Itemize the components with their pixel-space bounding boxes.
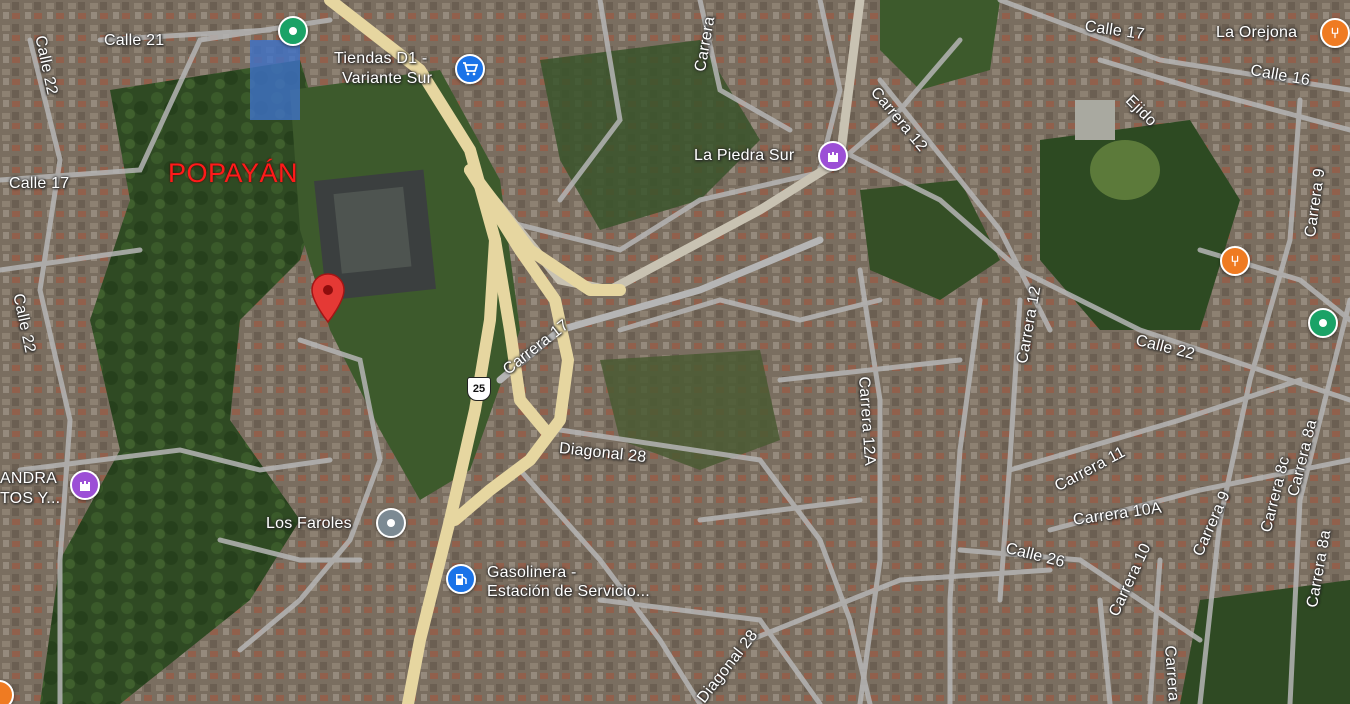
shopping-cart-icon[interactable] [455, 54, 485, 84]
fuel-pump-icon[interactable] [446, 564, 476, 594]
poi-tiendas-d1-label-line1[interactable]: Tiendas D1 - [334, 50, 427, 68]
poi-los-faroles-label[interactable]: Los Faroles [266, 515, 352, 533]
street-label-calle-17-left: Calle 17 [9, 175, 70, 192]
street-label-calle-21: Calle 21 [104, 32, 165, 49]
castle-icon[interactable] [818, 141, 848, 171]
castle-icon[interactable] [70, 470, 100, 500]
fork-knife-icon[interactable]: ⑂ [1320, 18, 1350, 48]
fork-knife-icon[interactable]: ⑂ [1220, 246, 1250, 276]
route-25-shield: 25 [467, 377, 491, 401]
poi-left-edge-label-line1[interactable]: ANDRA [0, 470, 57, 488]
poi-gasolinera-label-line2[interactable]: Estación de Servicio... [487, 583, 650, 601]
poi-left-edge-label-line2[interactable]: TOS Y... [0, 490, 60, 508]
place-dot-icon[interactable] [376, 508, 406, 538]
map-pin-icon[interactable] [310, 272, 346, 324]
poi-la-orejona-label[interactable]: La Orejona [1216, 24, 1297, 42]
place-dot-icon[interactable] [278, 16, 308, 46]
poi-tiendas-d1-label-line2[interactable]: Variante Sur [342, 70, 432, 88]
poi-gasolinera-label-line1[interactable]: Gasolinera - [487, 564, 577, 582]
satellite-map[interactable]: POPAYÁN Calle 21 Calle 22 Calle 17 Calle… [0, 0, 1350, 704]
poi-la-piedra-sur-label[interactable]: La Piedra Sur [694, 147, 794, 165]
city-label: POPAYÁN [168, 158, 299, 188]
place-dot-icon[interactable] [1308, 308, 1338, 338]
